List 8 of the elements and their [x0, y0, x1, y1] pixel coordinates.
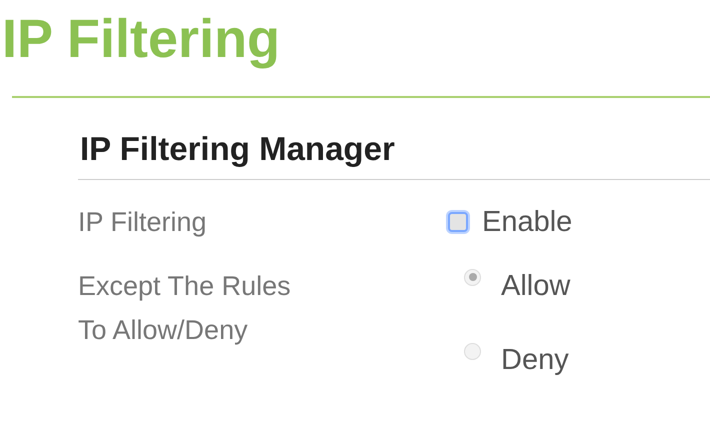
field-label: IP Filtering	[78, 206, 208, 239]
option-label: Allow	[501, 269, 570, 304]
section-heading: IP Filtering Manager	[79, 132, 395, 165]
option-label: Deny	[501, 343, 569, 378]
page-title: IP Filtering	[1, 8, 280, 66]
option-label: Enable	[482, 205, 572, 240]
checkbox[interactable]	[448, 212, 468, 232]
field-label: Except The Rules To Allow/Deny	[78, 270, 292, 347]
